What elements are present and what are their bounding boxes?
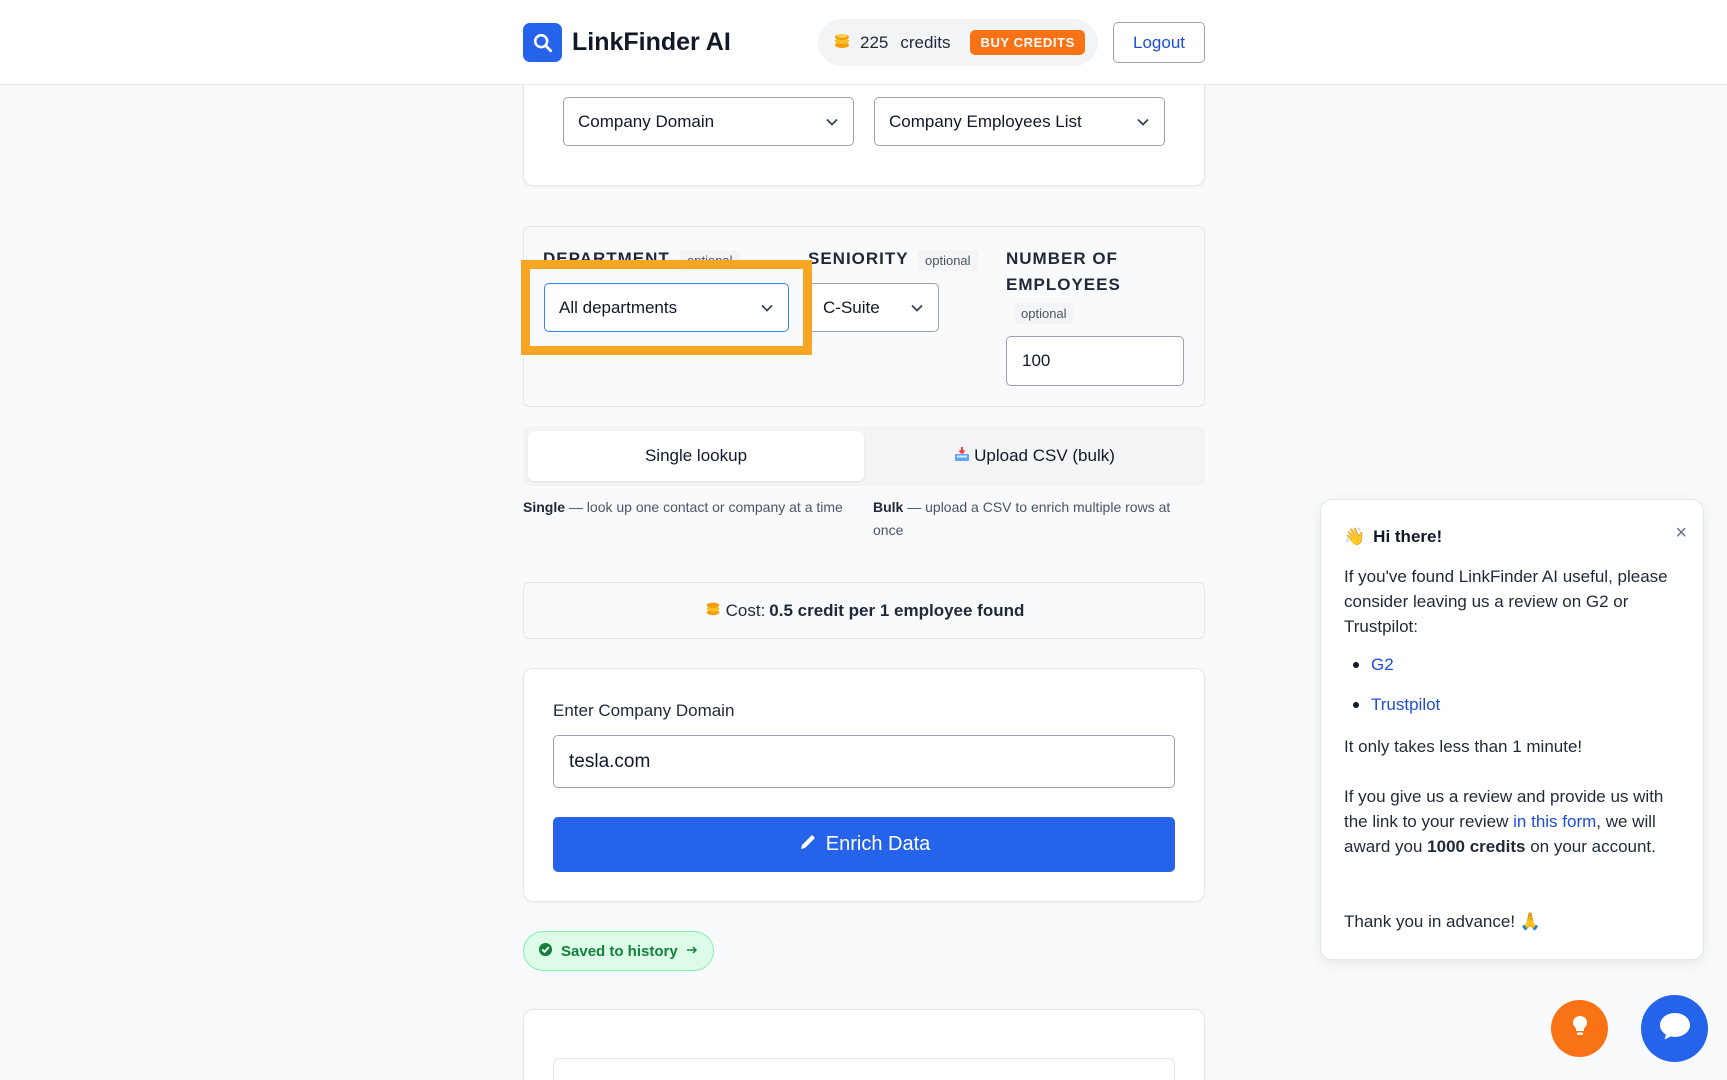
g2-link[interactable]: G2 <box>1371 655 1394 675</box>
seniority-select[interactable]: C-Suite <box>808 283 939 332</box>
employees-label-line1: NUMBER OF <box>1006 249 1118 268</box>
reward-credits: 1000 credits <box>1427 837 1526 856</box>
saved-to-history-link[interactable]: Saved to history <box>523 931 714 971</box>
logout-button[interactable]: Logout <box>1113 22 1205 63</box>
mode-select[interactable]: Company Employees List <box>874 97 1165 146</box>
list-item: Trustpilot <box>1353 695 1440 715</box>
brand[interactable]: LinkFinder AI <box>523 23 731 62</box>
bulk-desc-bold: Bulk <box>873 499 904 515</box>
tab-single-label: Single lookup <box>644 446 748 465</box>
single-desc-text: — look up one contact or company at a ti… <box>565 499 843 515</box>
focus-highlight <box>521 260 812 355</box>
cost-info: Cost: 0.5 credit per 1 employee found <box>523 582 1205 639</box>
chat-bubble-icon <box>1658 1011 1692 1046</box>
review-form-link[interactable]: in this form <box>1513 812 1596 831</box>
coins-icon <box>704 599 722 622</box>
saved-label: Saved to history <box>561 942 678 960</box>
domain-input[interactable]: tesla.com <box>553 735 1175 788</box>
inbox-tray-icon <box>954 446 970 467</box>
tab-upload-label: Upload CSV (bulk) <box>974 446 1115 465</box>
lightbulb-icon <box>1570 1014 1590 1043</box>
seniority-select-value: C-Suite <box>823 297 880 317</box>
credits-indicator: 225 credits BUY CREDITS <box>818 19 1098 66</box>
seniority-optional-badge: optional <box>918 250 978 271</box>
chevron-down-icon <box>825 114 839 134</box>
bullet-dot <box>1353 662 1359 668</box>
tab-upload-csv[interactable]: Upload CSV (bulk) <box>869 431 1200 481</box>
reward-text-3: on your account. <box>1525 837 1656 856</box>
seniority-label: SENIORITY <box>808 249 909 268</box>
enrich-data-button[interactable]: Enrich Data <box>553 817 1175 872</box>
bulk-description: Bulk — upload a CSV to enrich multiple r… <box>873 496 1203 542</box>
source-select[interactable]: Company Domain <box>563 97 854 146</box>
single-description: Single — look up one contact or company … <box>523 496 853 519</box>
search-icon <box>523 23 562 62</box>
buy-credits-button[interactable]: BUY CREDITS <box>970 30 1085 55</box>
bullet-dot <box>1353 702 1359 708</box>
trustpilot-link[interactable]: Trustpilot <box>1371 695 1440 715</box>
list-item: G2 <box>1353 655 1394 675</box>
employees-label-line2: EMPLOYEES <box>1006 275 1121 294</box>
review-popup: 👋 Hi there! × If you've found LinkFinder… <box>1320 499 1704 960</box>
waving-hand-icon: 👋 <box>1344 527 1366 546</box>
popup-title-text: Hi there! <box>1373 527 1443 546</box>
popup-title: 👋 Hi there! <box>1344 527 1442 547</box>
arrow-right-icon <box>686 943 698 960</box>
results-inner-box <box>553 1058 1175 1080</box>
employees-input[interactable]: 100 <box>1006 336 1184 386</box>
chat-button[interactable] <box>1641 995 1708 1062</box>
enrich-data-label: Enrich Data <box>825 833 931 855</box>
credits-count: 225 <box>860 32 889 52</box>
chevron-down-icon <box>910 300 924 320</box>
domain-field-label: Enter Company Domain <box>553 701 735 720</box>
close-icon[interactable]: × <box>1675 522 1687 545</box>
source-select-value: Company Domain <box>578 111 715 131</box>
brand-name: LinkFinder AI <box>572 28 731 56</box>
tab-single-lookup[interactable]: Single lookup <box>528 431 864 481</box>
chevron-down-icon <box>1136 114 1150 134</box>
lookup-mode-tabs: Single lookup Upload CSV (bulk) <box>523 426 1205 486</box>
credits-label: credits <box>900 32 951 52</box>
top-bar: LinkFinder AI 225 credits BUY CREDITS Lo… <box>0 0 1727 85</box>
popup-thanks: Thank you in advance! 🙏 <box>1344 912 1541 931</box>
employees-optional-badge: optional <box>1014 303 1074 324</box>
bulk-desc-text: — upload a CSV to enrich multiple rows a… <box>873 499 1171 538</box>
popup-takes: It only takes less than 1 minute! <box>1344 737 1583 756</box>
popup-reward: If you give us a review and provide us w… <box>1344 784 1684 859</box>
ideas-button[interactable] <box>1551 1000 1608 1057</box>
coins-icon <box>832 30 852 55</box>
pencil-icon <box>798 832 818 858</box>
check-circle-icon <box>538 942 553 961</box>
cost-value: 0.5 credit per 1 employee found <box>769 600 1025 620</box>
single-desc-bold: Single <box>523 499 566 515</box>
popup-intro: If you've found LinkFinder AI useful, pl… <box>1344 567 1668 636</box>
mode-select-value: Company Employees List <box>889 111 1082 131</box>
cost-prefix: Cost: <box>725 600 766 620</box>
